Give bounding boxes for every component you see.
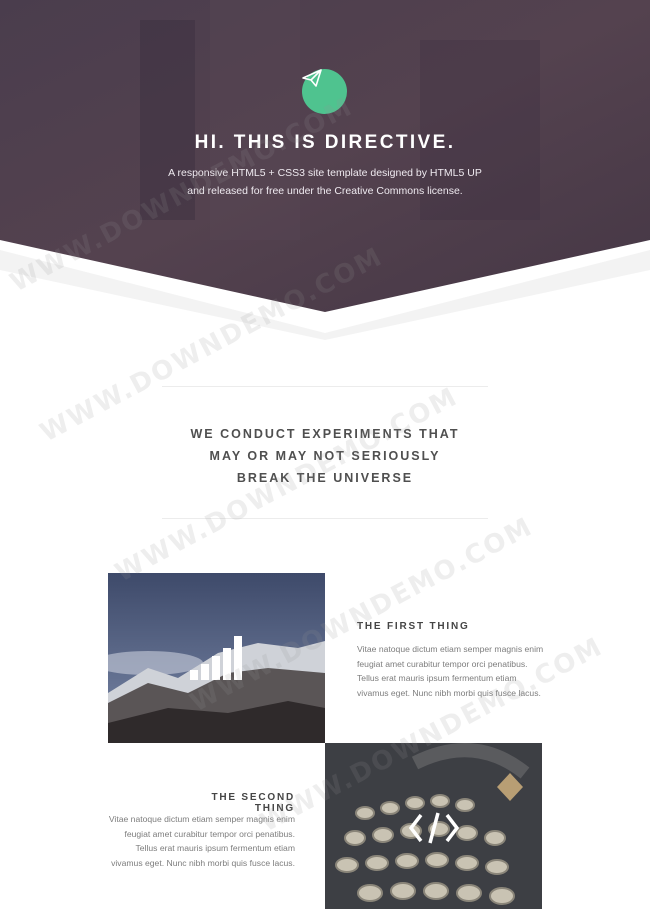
paper-plane-icon	[302, 69, 322, 87]
feature-text-first-line1: Vitae natoque dictum etiam semper magnis…	[357, 644, 544, 654]
code-icon	[409, 812, 459, 844]
hero-subtitle-line2: and released for free under the Creative…	[187, 185, 463, 197]
hero-subtitle-line1: A responsive HTML5 + CSS3 site template …	[168, 167, 482, 179]
feature-text-second-line3: Tellus erat mauris ipsum fermentum etiam	[135, 843, 295, 854]
feature-text-second-line4: vivamus eget. Nunc nibh morbi quis fusce…	[111, 857, 295, 868]
hero-subtitle: A responsive HTML5 + CSS3 site template …	[0, 164, 650, 200]
intro-line1: WE CONDUCT EXPERIMENTS THAT	[190, 427, 460, 441]
